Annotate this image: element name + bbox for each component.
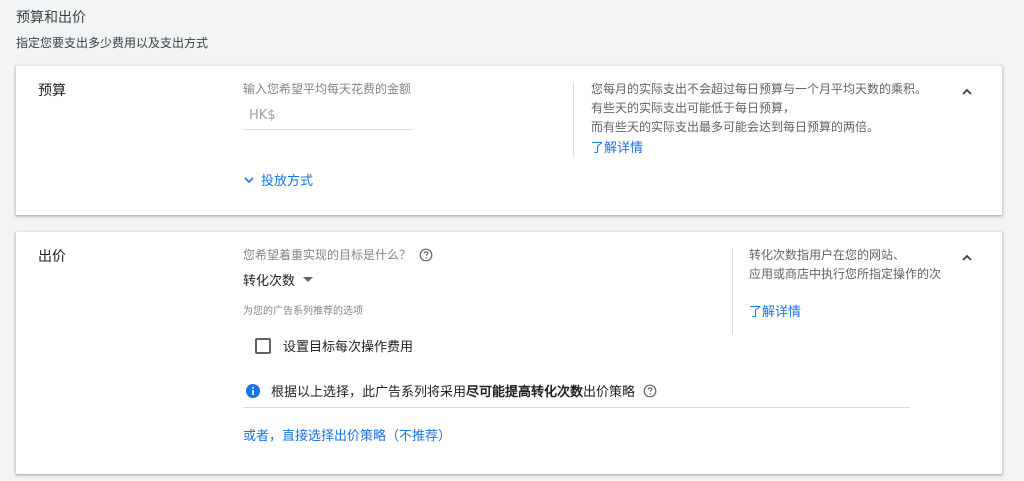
help-circle-icon[interactable] — [419, 248, 433, 262]
recommended-note: 为您的广告系列推荐的选项 — [243, 306, 363, 317]
delivery-method-label: 投放方式 — [261, 174, 314, 189]
page: 预算和出价 指定您要支出多少费用以及支出方式 预算 输入您希望平均每天花费的金额… — [0, 0, 1024, 481]
help-circle-icon[interactable] — [643, 384, 657, 398]
section-header: 预算和出价 指定您要支出多少费用以及支出方式 — [16, 8, 208, 52]
bidding-collapse-button[interactable] — [957, 248, 977, 268]
chevron-down-icon — [244, 176, 254, 183]
goal-dropdown[interactable]: 转化次数 — [243, 270, 314, 289]
goal-selected-value: 转化次数 — [243, 274, 296, 289]
target-cpa-option[interactable]: 设置目标每次操作费用 — [255, 336, 413, 355]
goal-question: 您希望着重实现的目标是什么？ — [243, 246, 433, 263]
bidding-learn-more-link[interactable]: 了解详情 — [749, 303, 949, 322]
target-cpa-label: 设置目标每次操作费用 — [283, 340, 414, 355]
budget-learn-more-link[interactable]: 了解详情 — [591, 139, 951, 158]
info-icon — [246, 383, 260, 398]
chevron-up-icon — [962, 254, 972, 261]
budget-card: 预算 输入您希望平均每天花费的金额 HK$ 投放方式 您每月的实际支出不会超过每… — [16, 66, 1002, 215]
target-cpa-checkbox[interactable] — [255, 337, 271, 354]
budget-collapse-button[interactable] — [957, 82, 977, 102]
budget-help-line: 您每月的实际支出不会超过每日预算与一个月平均天数的乘积。 — [591, 82, 928, 96]
budget-divider — [573, 82, 574, 157]
page-title: 预算和出价 — [16, 10, 86, 26]
currency-prefix: HK$ — [249, 108, 276, 123]
bid-strategy-info-prefix: 根据以上选择，此广告系列将采用 — [271, 385, 467, 400]
budget-section-label: 预算 — [38, 83, 66, 99]
goal-question-text: 您希望着重实现的目标是什么？ — [243, 248, 412, 262]
choose-bid-strategy-link[interactable]: 或者，直接选择出价策略（不推荐） — [243, 425, 451, 444]
budget-help-line: 有些天的实际支出可能低于每日预算， — [591, 101, 796, 115]
bid-strategy-name: 尽可能提高转化次数 — [466, 385, 584, 400]
budget-amount-field[interactable]: HK$ — [243, 102, 413, 130]
budget-help-line: 而有些天的实际支出最多可能会达到每日预算的两倍。 — [591, 120, 880, 134]
dropdown-arrow-icon — [303, 276, 314, 282]
delivery-method-toggle[interactable]: 投放方式 — [243, 170, 313, 189]
bidding-card: 出价 您希望着重实现的目标是什么？ 转化次数 为您的广告系列推荐的选项 设置目标… — [16, 232, 1002, 474]
bidding-vertical-divider — [732, 248, 733, 334]
chevron-up-icon — [962, 88, 972, 95]
budget-help-text: 您每月的实际支出不会超过每日预算与一个月平均天数的乘积。 有些天的实际支出可能低… — [591, 80, 951, 158]
bidding-help-line: 应用或商店中执行您所指定操作的次 — [749, 267, 942, 281]
bid-strategy-info: 根据以上选择，此广告系列将采用 尽可能提高转化次数 出价策略 — [245, 381, 657, 400]
budget-amount-input[interactable] — [279, 108, 413, 123]
bidding-divider — [243, 407, 910, 408]
bidding-section-label: 出价 — [38, 249, 66, 265]
bidding-help-text: 转化次数指用户在您的网站、 应用或商店中执行您所指定操作的次 了解详情 — [749, 246, 949, 322]
page-subtitle: 指定您要支出多少费用以及支出方式 — [16, 36, 209, 50]
bid-strategy-info-suffix: 出价策略 — [583, 385, 636, 400]
bidding-help-line: 转化次数指用户在您的网站、 — [749, 248, 906, 262]
budget-input-label: 输入您希望平均每天花费的金额 — [243, 82, 412, 96]
